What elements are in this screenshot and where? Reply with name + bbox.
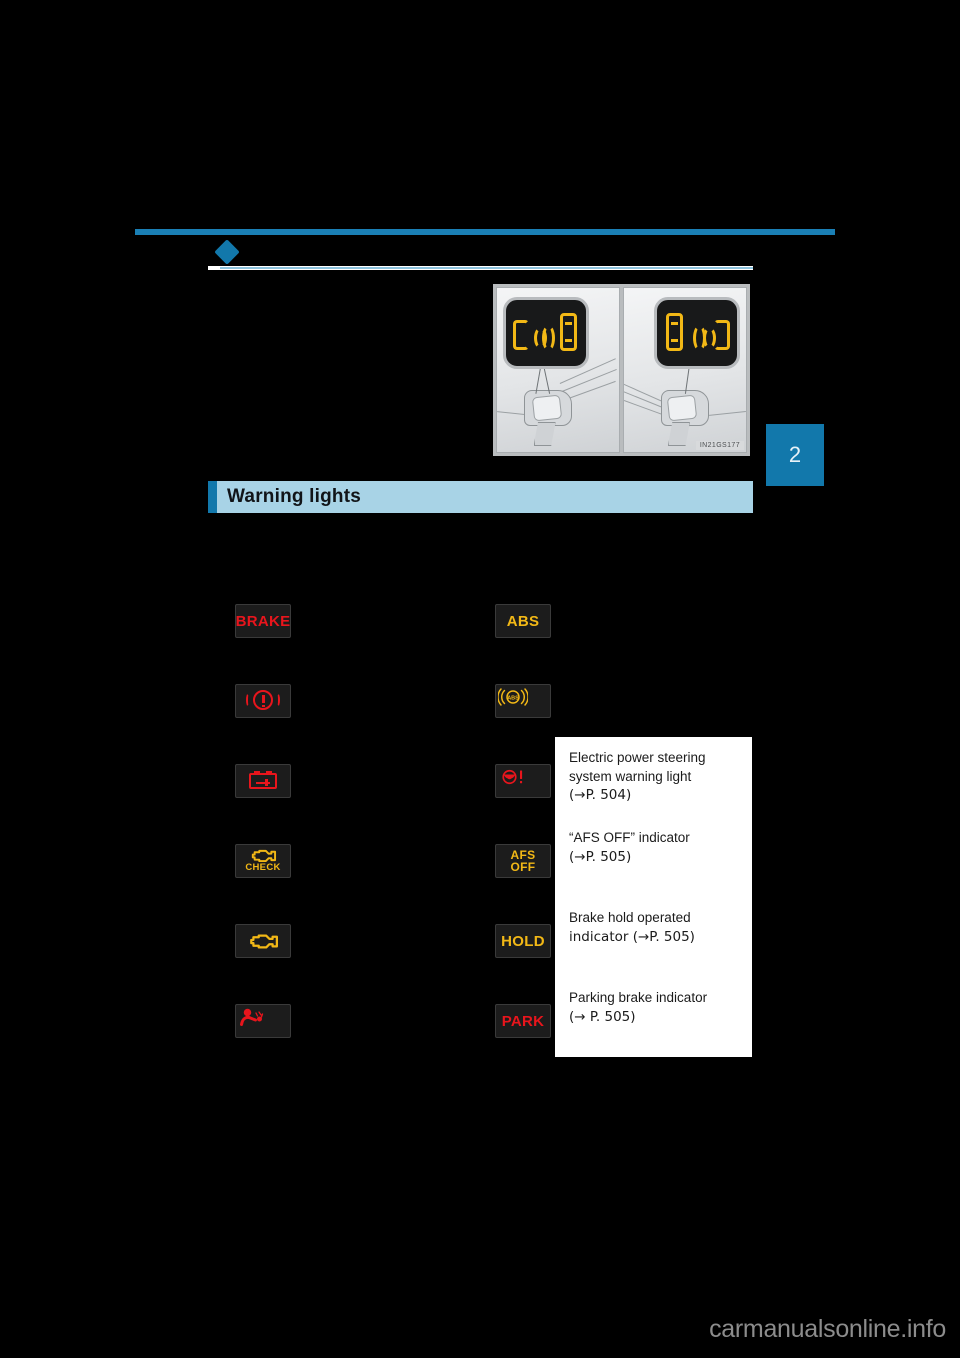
site-watermark: carmanualsonline.info bbox=[709, 1315, 946, 1343]
warning-light-srs-airbag bbox=[235, 1004, 291, 1038]
illustration-pane-right: IN21GS177 bbox=[623, 287, 747, 453]
brake-warning-icon bbox=[246, 689, 280, 713]
afs-off-line2: OFF bbox=[510, 860, 536, 874]
warning-light-slot bbox=[235, 684, 291, 764]
overlay-item-afs-off-line1: “AFS OFF” indicator bbox=[569, 830, 690, 845]
warning-light-label: ABS bbox=[506, 612, 540, 630]
warning-light-slot: HOLD bbox=[495, 924, 551, 1004]
abs-icon: ABS bbox=[497, 686, 529, 708]
overlay-item-eps-line1: Electric power steering bbox=[569, 750, 706, 765]
bsm-indicator-right bbox=[654, 297, 740, 369]
illustration-caption: IN21GS177 bbox=[695, 441, 744, 450]
warning-light-electric-power-steering bbox=[495, 764, 551, 798]
overlay-item-parking-brake: Parking brake indicator (→ P. 505) bbox=[569, 989, 740, 1026]
overlay-item-eps-ref[interactable]: (→P. 504) bbox=[569, 786, 740, 805]
warning-light-check-engine: CHECK bbox=[235, 844, 291, 878]
overlay-item-eps-line2: system warning light bbox=[569, 768, 692, 784]
engine-icon bbox=[247, 933, 279, 949]
warning-light-slot: PARK bbox=[495, 1004, 551, 1084]
section-accent-bar bbox=[208, 481, 217, 513]
illustration-bsm-mirrors: IN21GS177 bbox=[493, 284, 750, 456]
warning-light-charging-system bbox=[235, 764, 291, 798]
mirror-housing-left bbox=[523, 390, 572, 426]
overlay-item-afs-off-ref[interactable]: (→P. 505) bbox=[569, 848, 740, 867]
warning-light-slot bbox=[235, 924, 291, 1004]
warning-light-afs-off: AFS OFF bbox=[495, 844, 551, 878]
warning-light-abs-text: ABS bbox=[495, 604, 551, 638]
warning-light-parking-brake: PARK bbox=[495, 1004, 551, 1038]
warning-light-malfunction-indicator bbox=[235, 924, 291, 958]
warning-light-slot bbox=[495, 764, 551, 844]
steering-wheel-warning-icon bbox=[498, 766, 528, 788]
warning-light-slot bbox=[235, 764, 291, 844]
warning-light-slot: AFS OFF bbox=[495, 844, 551, 924]
warning-light-slot: ABS bbox=[495, 604, 551, 684]
warning-light-label: BRAKE bbox=[235, 612, 291, 630]
section-header-warning-lights: Warning lights bbox=[208, 481, 753, 513]
overlay-item-brake-hold-line1: Brake hold operated bbox=[569, 910, 691, 925]
warning-light-slot: ABS bbox=[495, 684, 551, 764]
battery-icon bbox=[246, 769, 280, 793]
overlay-item-parking-brake-line1: Parking brake indicator bbox=[569, 990, 708, 1005]
overlay-item-eps: Electric power steering system warning l… bbox=[569, 749, 740, 805]
warning-light-slot: BRAKE bbox=[235, 604, 291, 684]
bullet-diamond-icon bbox=[214, 239, 240, 265]
warning-lights-column-right: ABS ABS AFS OFF HOLD PARK bbox=[495, 604, 551, 1084]
warning-light-label: HOLD bbox=[501, 932, 545, 950]
warning-light-abs-symbol: ABS bbox=[495, 684, 551, 718]
page-top-rule bbox=[135, 229, 835, 235]
section-title: Warning lights bbox=[227, 486, 362, 507]
chapter-tab: 2 bbox=[766, 424, 824, 486]
illustration-pane-left bbox=[496, 287, 620, 453]
overlay-item-brake-hold-line2[interactable]: indicator (→P. 505) bbox=[569, 928, 740, 947]
overlay-item-parking-brake-ref[interactable]: (→ P. 505) bbox=[569, 1008, 740, 1027]
warning-light-label: CHECK bbox=[245, 862, 281, 874]
warning-light-slot: CHECK bbox=[235, 844, 291, 924]
overlay-item-brake-hold: Brake hold operated indicator (→P. 505) bbox=[569, 909, 740, 946]
svg-text:ABS: ABS bbox=[507, 695, 519, 701]
overlay-item-afs-off: “AFS OFF” indicator (→P. 505) bbox=[569, 829, 740, 866]
warning-light-slot bbox=[235, 1004, 291, 1084]
afs-off-label: AFS OFF bbox=[510, 849, 536, 874]
engine-icon bbox=[249, 849, 277, 863]
manual-page: 2 IN21GS177 Warning lights BRAKE CHECK A… bbox=[0, 0, 960, 1358]
mirror-housing-right bbox=[660, 390, 709, 426]
subsection-rule bbox=[208, 266, 753, 270]
warning-lights-column-left: BRAKE CHECK bbox=[235, 604, 291, 1084]
warning-light-label: PARK bbox=[501, 1012, 545, 1030]
srs-airbag-icon bbox=[239, 1007, 267, 1027]
overlay-description-panel: Electric power steering system warning l… bbox=[555, 737, 752, 1057]
warning-light-brake-system-symbol bbox=[235, 684, 291, 718]
warning-light-brake-hold: HOLD bbox=[495, 924, 551, 958]
bsm-indicator-left bbox=[503, 297, 589, 369]
warning-light-brake-system-text: BRAKE bbox=[235, 604, 291, 638]
